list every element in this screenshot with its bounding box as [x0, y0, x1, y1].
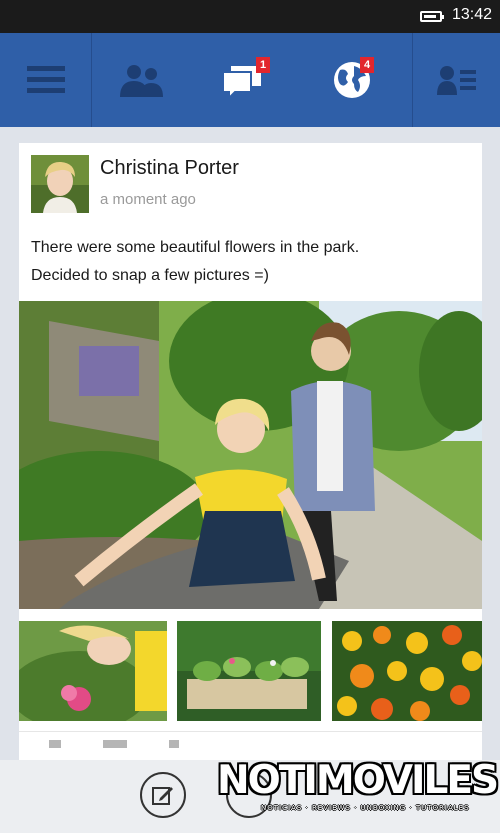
contacts-list-icon: [436, 66, 476, 95]
author-name[interactable]: Christina Porter: [100, 157, 239, 180]
notifications-badge: 4: [360, 57, 374, 73]
post-timestamp: a moment ago: [100, 191, 196, 208]
post-card: Christina Porter a moment ago There were…: [19, 143, 482, 803]
thumbnail-photo-3[interactable]: [332, 621, 482, 721]
watermark-title: NOTIMOVILES: [217, 758, 499, 803]
thumbnail-photo-2[interactable]: [177, 621, 321, 721]
post-text-line: There were some beautiful flowers in the…: [31, 239, 360, 256]
friend-requests-icon: [120, 65, 163, 97]
like-icon[interactable]: [49, 740, 61, 748]
compose-button[interactable]: [140, 772, 186, 818]
status-bar: 13:42: [0, 0, 500, 33]
clock: 13:42: [451, 6, 492, 23]
post-text-line: Decided to snap a few pictures =): [31, 267, 269, 284]
share-icon[interactable]: [169, 740, 179, 748]
notifications-button[interactable]: 4: [292, 33, 412, 127]
compose-icon: [152, 787, 173, 805]
post-text: There were some beautiful flowers in the…: [31, 234, 471, 290]
comment-icon[interactable]: [103, 740, 127, 748]
watermark-logo: NOTIMOVILES NOTICIAS · REVIEWS · UNBOXIN…: [217, 758, 499, 820]
menu-button[interactable]: [0, 33, 92, 127]
messages-badge: 1: [256, 57, 270, 73]
top-nav-bar: 1 4: [0, 33, 500, 127]
thumbnail-photo-1[interactable]: [19, 621, 167, 721]
main-photo[interactable]: [19, 301, 482, 609]
watermark-tagline: NOTICIAS · REVIEWS · UNBOXING · TUTORIAL…: [261, 804, 470, 812]
author-avatar[interactable]: [31, 155, 89, 213]
friend-requests-button[interactable]: [92, 33, 192, 127]
messages-button[interactable]: 1: [192, 33, 292, 127]
hamburger-menu-icon: [26, 66, 65, 93]
battery-icon: [420, 11, 444, 22]
contacts-button[interactable]: [412, 33, 500, 127]
